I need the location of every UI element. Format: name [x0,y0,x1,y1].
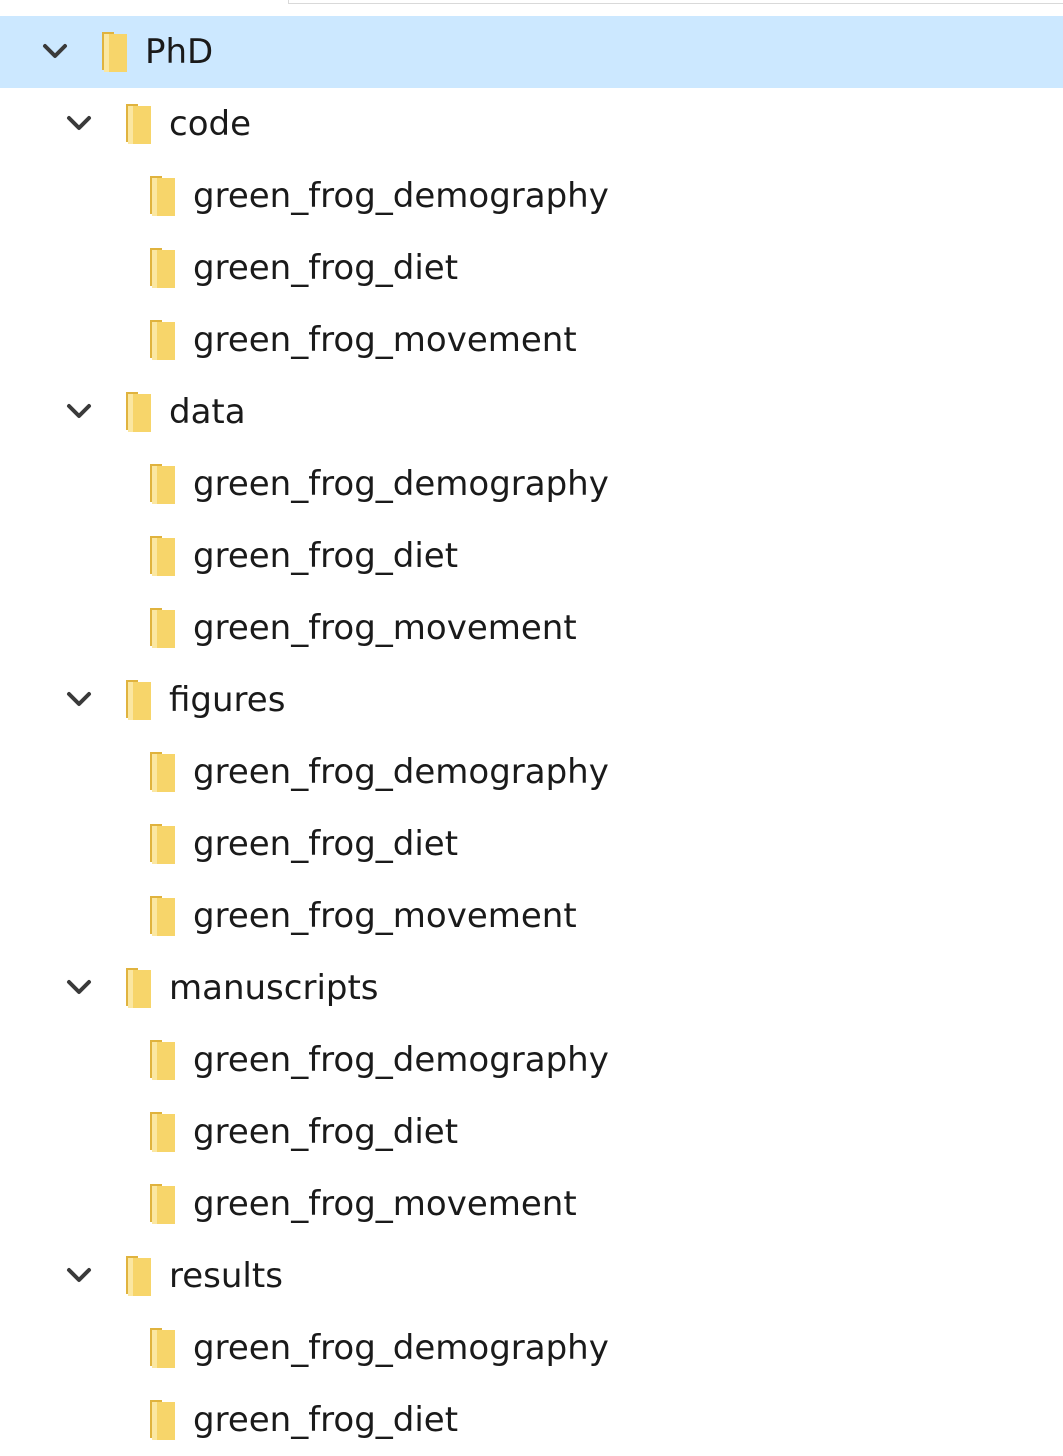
tree-item-folder[interactable]: manuscripts [0,952,1063,1024]
tree-item-subfolder[interactable]: green_frog_movement [0,592,1063,664]
folder-icon [150,1184,175,1224]
tree-item-label: PhD [145,32,214,72]
folder-icon [150,824,175,864]
tree-item-label: green_frog_demography [193,464,609,504]
tree-item-subfolder[interactable]: green_frog_diet [0,232,1063,304]
tree-item-label: results [169,1256,283,1296]
tree-item-subfolder[interactable]: green_frog_movement [0,304,1063,376]
tree-item-label: figures [169,680,286,720]
folder-icon [150,608,175,648]
tree-item-folder[interactable]: results [0,1240,1063,1312]
tree-item-subfolder[interactable]: green_frog_demography [0,736,1063,808]
folder-icon [150,248,175,288]
tree-item-label: manuscripts [169,968,379,1008]
folder-icon [126,968,151,1008]
chevron-down-icon[interactable] [64,973,94,1003]
folder-icon [150,320,175,360]
chevron-down-icon[interactable] [64,397,94,427]
folder-icon [102,32,127,72]
tree-item-label: green_frog_demography [193,1328,609,1368]
tree-item-folder[interactable]: figures [0,664,1063,736]
chevron-down-icon[interactable] [64,685,94,715]
chevron-down-icon[interactable] [40,37,70,67]
tree-item-label: green_frog_movement [193,896,577,936]
folder-icon [150,176,175,216]
folder-icon [126,392,151,432]
tree-item-label: green_frog_movement [193,608,577,648]
folder-icon [126,1256,151,1296]
tree-item-subfolder[interactable]: green_frog_diet [0,1384,1063,1456]
tree-item-label: green_frog_demography [193,1040,609,1080]
tree-item-subfolder[interactable]: green_frog_demography [0,1312,1063,1384]
tree-item-label: code [169,104,251,144]
tree-item-subfolder[interactable]: green_frog_movement [0,880,1063,952]
chevron-down-icon[interactable] [64,1261,94,1291]
tree-item-label: green_frog_demography [193,176,609,216]
folder-icon [150,1400,175,1440]
tree-item-subfolder[interactable]: green_frog_movement [0,1168,1063,1240]
tree-item-subfolder[interactable]: green_frog_demography [0,1024,1063,1096]
tree-item-subfolder[interactable]: green_frog_diet [0,1096,1063,1168]
tree-item-subfolder[interactable]: green_frog_demography [0,448,1063,520]
folder-icon [150,1328,175,1368]
tree-item-subfolder[interactable]: green_frog_diet [0,808,1063,880]
tree-item-subfolder[interactable]: green_frog_demography [0,160,1063,232]
folder-icon [126,104,151,144]
tree-item-label: green_frog_diet [193,248,459,288]
folder-icon [126,680,151,720]
folder-icon [150,896,175,936]
tree-item-subfolder[interactable]: green_frog_diet [0,520,1063,592]
folder-icon [150,752,175,792]
tree-item-label: data [169,392,246,432]
tree-item-label: green_frog_movement [193,1184,577,1224]
tree-item-label: green_frog_movement [193,320,577,360]
folder-icon [150,1040,175,1080]
tree-item-label: green_frog_demography [193,752,609,792]
folder-icon [150,464,175,504]
tree-item-folder[interactable]: code [0,88,1063,160]
chevron-down-icon[interactable] [64,109,94,139]
pane-top-edge [288,0,1063,4]
folder-tree: PhD code green_frog_demography green_frog_… [0,16,1063,1456]
tree-item-root[interactable]: PhD [0,16,1063,88]
tree-item-label: green_frog_diet [193,1400,459,1440]
folder-icon [150,1112,175,1152]
tree-item-label: green_frog_diet [193,536,459,576]
folder-icon [150,536,175,576]
tree-item-label: green_frog_diet [193,824,459,864]
tree-item-folder[interactable]: data [0,376,1063,448]
tree-item-label: green_frog_diet [193,1112,459,1152]
